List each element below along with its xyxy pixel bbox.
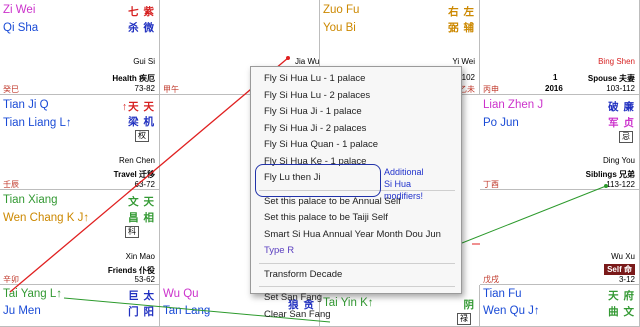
self-badge: Self 命 — [604, 264, 635, 275]
annotation-highlight-box — [255, 164, 381, 197]
palace-hai[interactable]: Tian Fu Wen Qu J↑ 天 府 曲 文 — [480, 285, 640, 327]
palace-shen[interactable]: Bing Shen 1 2016 Spouse 夫妻 103-112 丙申 — [480, 0, 640, 95]
ages-label: 113-122 — [606, 180, 635, 189]
star-wen-qu: Wen Qu J↑ — [483, 305, 540, 317]
star-cn-line2: 弼 辅 — [448, 22, 475, 34]
palace-title: Spouse 夫妻 — [587, 74, 635, 83]
star-tai-yang: Tai Yang L↑ — [3, 288, 63, 300]
sihua-label: Ren Chen — [118, 156, 155, 165]
stem-branch: 戊戌 — [483, 275, 499, 284]
star-zi-wei: Zi Wei — [3, 4, 36, 16]
year-index: 1 — [553, 73, 558, 82]
menu-separator — [259, 262, 455, 264]
stem-branch: 甲午 — [163, 85, 179, 94]
sihua-label: Bing Shen — [598, 57, 635, 66]
sihua-label: Ding You — [602, 156, 635, 165]
star-cn-line1: 破 廉 — [608, 101, 635, 113]
hua-badge-ke: 科 — [125, 226, 139, 238]
menu-separator — [259, 286, 455, 287]
menu-item-fly-lu-2[interactable]: Fly Si Hua Lu - 2 palaces — [251, 88, 461, 105]
annotation-line-3: modifiers! — [384, 191, 424, 201]
menu-item-type-r[interactable]: Type R — [251, 243, 461, 260]
star-ju-men: Ju Men — [3, 305, 41, 317]
stem-branch: 丙申 — [483, 85, 499, 94]
star-cn-line2: 梁 机 — [128, 116, 155, 128]
star-wu-qu: Wu Qu — [163, 288, 199, 300]
sihua-label: Gui Si — [133, 57, 155, 66]
star-cn-line2: 军 贞 — [608, 117, 635, 129]
star-cn-line2: 昌 相 — [128, 212, 155, 224]
stem-branch: 壬辰 — [3, 180, 19, 189]
annotation-line-2: Si Hua — [384, 179, 412, 189]
sihua-label: Xin Mao — [125, 252, 155, 261]
star-zuo-fu: Zuo Fu — [323, 4, 360, 16]
ages-label: 73-82 — [134, 84, 155, 93]
star-cn-line1: 七 紫 — [128, 6, 155, 18]
star-tian-ji: Tian Ji Q — [3, 99, 49, 111]
menu-item-fly-lu-1[interactable]: Fly Si Hua Lu - 1 palace — [251, 71, 461, 88]
menu-item-transform-decade[interactable]: Transform Decade — [251, 267, 461, 284]
palace-title: Siblings 兄弟 — [585, 170, 635, 179]
hua-badge-quan: 权 — [135, 130, 149, 142]
palace-you[interactable]: Lian Zhen J Po Jun 破 廉 军 贞 忌 Ding You Si… — [480, 95, 640, 190]
sihua-label: Jia Wu — [295, 57, 320, 66]
ages-label: 103-112 — [606, 84, 635, 93]
ages-label: 53-62 — [134, 275, 155, 284]
star-cn-line1: ↑天 天 — [121, 101, 155, 113]
palace-title: Health 疾厄 — [112, 74, 155, 83]
star-tian-liang: Tian Liang L↑ — [3, 117, 72, 129]
menu-item-fly-quan-1[interactable]: Fly Si Hua Quan - 1 palace — [251, 137, 461, 154]
star-tan-lang: Tan Lang — [163, 305, 211, 317]
stem-branch: 丁酉 — [483, 180, 499, 189]
star-you-bi: You Bi — [323, 22, 356, 34]
sihua-label: Wu Xu — [611, 252, 635, 261]
palace-mao[interactable]: Tian Xiang Wen Chang K J↑ 文 天 昌 相 科 Xin … — [0, 190, 160, 285]
stem-branch: 癸巳 — [3, 85, 19, 94]
star-lian-zhen: Lian Zhen J — [483, 99, 544, 111]
star-qi-sha: Qi Sha — [3, 22, 39, 34]
stem-branch: 辛卯 — [3, 275, 19, 284]
ages-label: 63-72 — [134, 180, 155, 189]
star-po-jun: Po Jun — [483, 117, 519, 129]
star-cn-line1: 右 左 — [448, 6, 475, 18]
star-cn-line2: 门 阳 — [128, 306, 155, 318]
annotation-line-1: Additional — [384, 167, 424, 177]
menu-item-taiji-self[interactable]: Set this palace to be Taiji Self — [251, 210, 461, 227]
star-cn-line1: 巨 太 — [128, 290, 155, 302]
star-cn-line1: 文 天 — [128, 196, 155, 208]
menu-item-set-san-fang[interactable]: Set San Fang — [251, 290, 461, 307]
palace-title: Travel 迁移 — [113, 170, 155, 179]
palace-yin[interactable]: Tai Yang L↑ Ju Men 巨 太 门 阳 — [0, 285, 160, 327]
palace-chen[interactable]: Tian Ji Q Tian Liang L↑ ↑天 天 梁 机 权 Ren C… — [0, 95, 160, 190]
menu-item-smart-sihua[interactable]: Smart Si Hua Annual Year Month Dou Jun — [251, 227, 461, 244]
annotation-text: Additional Si Hua modifiers! — [384, 166, 446, 202]
star-cn-line2: 曲 文 — [608, 306, 635, 318]
palace-xu[interactable]: Wu Xu Self 命 3-12 戊戌 — [480, 190, 640, 285]
star-cn-line1: 天 府 — [608, 290, 635, 302]
hua-badge-ji: 忌 — [619, 131, 633, 143]
star-cn-line2: 杀 微 — [128, 22, 155, 34]
ages-label: 3-12 — [618, 275, 635, 284]
star-wen-chang: Wen Chang K J↑ — [3, 212, 90, 224]
star-cn-line1: 阴 — [463, 299, 475, 311]
star-tian-xiang: Tian Xiang — [3, 194, 58, 206]
palace-si[interactable]: Zi Wei Qi Sha 七 紫 杀 微 Gui Si Health 疾厄 7… — [0, 0, 160, 95]
menu-item-clear-san-fang[interactable]: Clear San Fang — [251, 307, 461, 324]
menu-item-fly-ji-1[interactable]: Fly Si Hua Ji - 1 palace — [251, 104, 461, 121]
star-tian-fu: Tian Fu — [483, 288, 522, 300]
sihua-label: Yi Wei — [452, 57, 475, 66]
menu-item-fly-ji-2[interactable]: Fly Si Hua Ji - 2 palaces — [251, 121, 461, 138]
year-value: 2016 — [545, 84, 563, 93]
